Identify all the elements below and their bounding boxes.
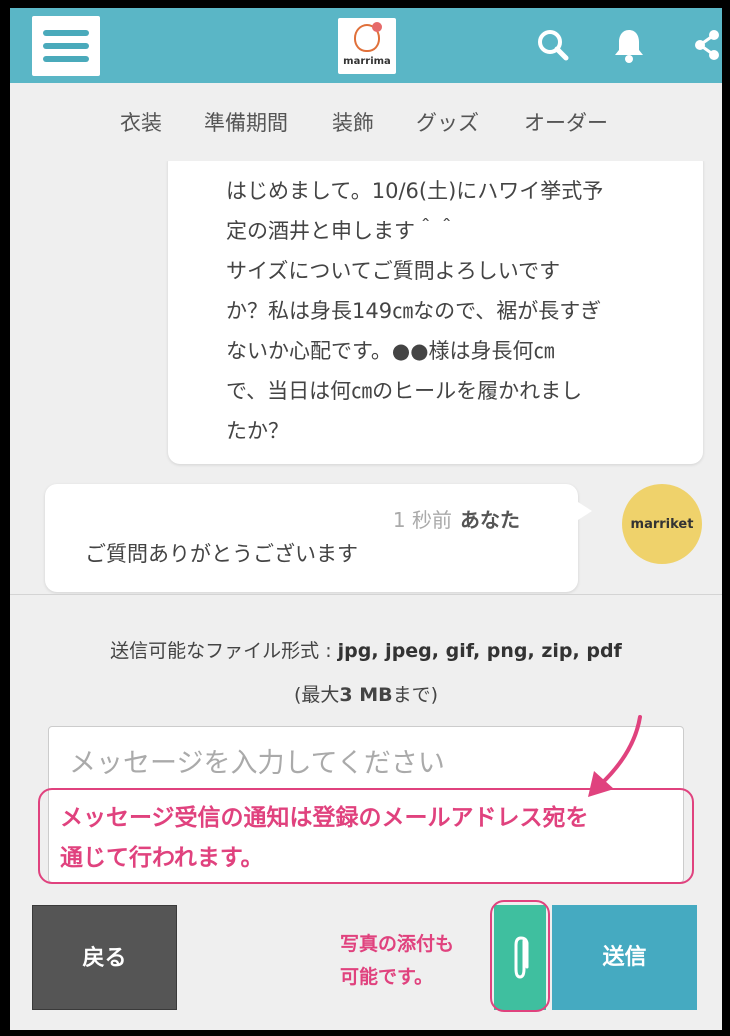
avatar: marriket xyxy=(622,484,702,564)
outgoing-message-bubble: 1 秒前 あなた ご質問ありがとうございます xyxy=(45,484,592,592)
message-meta: 1 秒前 あなた xyxy=(393,504,520,533)
message-line: 定の酒井と申します＾＾ xyxy=(226,219,457,243)
site-logo[interactable]: marrima xyxy=(338,18,396,74)
app-frame: marrima 衣装 準備期間 装飾 グッズ オーダー はじめまして。10/6(… xyxy=(10,8,722,1030)
callout-line: メッセージ受信の通知は登録のメールアドレス宛を xyxy=(60,805,589,831)
photo-note-line: 可能です。 xyxy=(340,966,434,988)
message-line: ないか心配です。●●様は身長何㎝ xyxy=(226,339,555,363)
bell-icon[interactable] xyxy=(610,26,648,64)
incoming-message-text: はじめまして。10/6(土)にハワイ挙式予 定の酒井と申します＾＾ サイズについ… xyxy=(226,171,666,451)
message-line: で、当日は何㎝のヒールを履かれまし xyxy=(226,379,583,403)
nav-item-order[interactable]: オーダー xyxy=(524,107,608,137)
max-size-note: (最大3 MBまで) xyxy=(10,680,722,707)
send-button[interactable]: 送信 xyxy=(552,905,697,1010)
file-formats-list: jpg, jpeg, gif, png, zip, pdf xyxy=(337,640,622,662)
nav-item-costume[interactable]: 衣装 xyxy=(120,107,162,137)
search-icon[interactable] xyxy=(534,26,572,64)
back-button[interactable]: 戻る xyxy=(32,905,177,1010)
callout-line: 通じて行われます。 xyxy=(60,845,264,871)
category-nav: 衣装 準備期間 装飾 グッズ オーダー xyxy=(10,83,722,161)
max-size-suffix: まで) xyxy=(392,684,439,706)
message-input-placeholder: メッセージを入力してください xyxy=(69,748,445,779)
nav-item-decoration[interactable]: 装飾 xyxy=(332,107,374,137)
message-line: サイズについてご質問よろしいです xyxy=(226,259,561,283)
logo-text: marrima xyxy=(343,56,391,67)
top-bar: marrima xyxy=(10,8,722,83)
photo-attach-note: 写真の添付も 可能です。 xyxy=(340,928,490,994)
attach-callout-ring xyxy=(490,900,550,1012)
file-formats-note: 送信可能なファイル形式 : jpg, jpeg, gif, png, zip, … xyxy=(10,636,722,663)
chat-thread: はじめまして。10/6(土)にハワイ挙式予 定の酒井と申します＾＾ サイズについ… xyxy=(10,161,722,594)
callout-arrow-icon xyxy=(588,715,642,797)
avatar-text: marriket xyxy=(630,517,694,532)
nav-item-goods[interactable]: グッズ xyxy=(416,107,479,137)
message-line: たか？ xyxy=(226,419,289,443)
outgoing-message-text: ご質問ありがとうございます xyxy=(85,542,358,566)
max-size-value: 3 MB xyxy=(339,684,393,706)
logo-flower-icon xyxy=(372,22,382,32)
message-line: はじめまして。10/6(土)にハワイ挙式予 xyxy=(226,179,604,203)
share-icon[interactable] xyxy=(686,26,722,64)
menu-icon[interactable] xyxy=(32,16,100,76)
message-time: 1 秒前 xyxy=(392,508,452,532)
nav-item-preparation[interactable]: 準備期間 xyxy=(204,107,288,137)
file-formats-label: 送信可能なファイル形式 : xyxy=(110,640,338,662)
photo-note-line: 写真の添付も xyxy=(340,933,455,955)
incoming-message-bubble: はじめまして。10/6(土)にハワイ挙式予 定の酒井と申します＾＾ サイズについ… xyxy=(168,161,703,464)
divider xyxy=(10,594,722,595)
max-size-prefix: (最大 xyxy=(293,684,340,706)
message-sender: あなた xyxy=(460,508,520,532)
message-line: か？私は身長149㎝なので、裾が長すぎ xyxy=(226,299,602,323)
notification-callout-text: メッセージ受信の通知は登録のメールアドレス宛を 通じて行われます。 xyxy=(60,798,680,878)
